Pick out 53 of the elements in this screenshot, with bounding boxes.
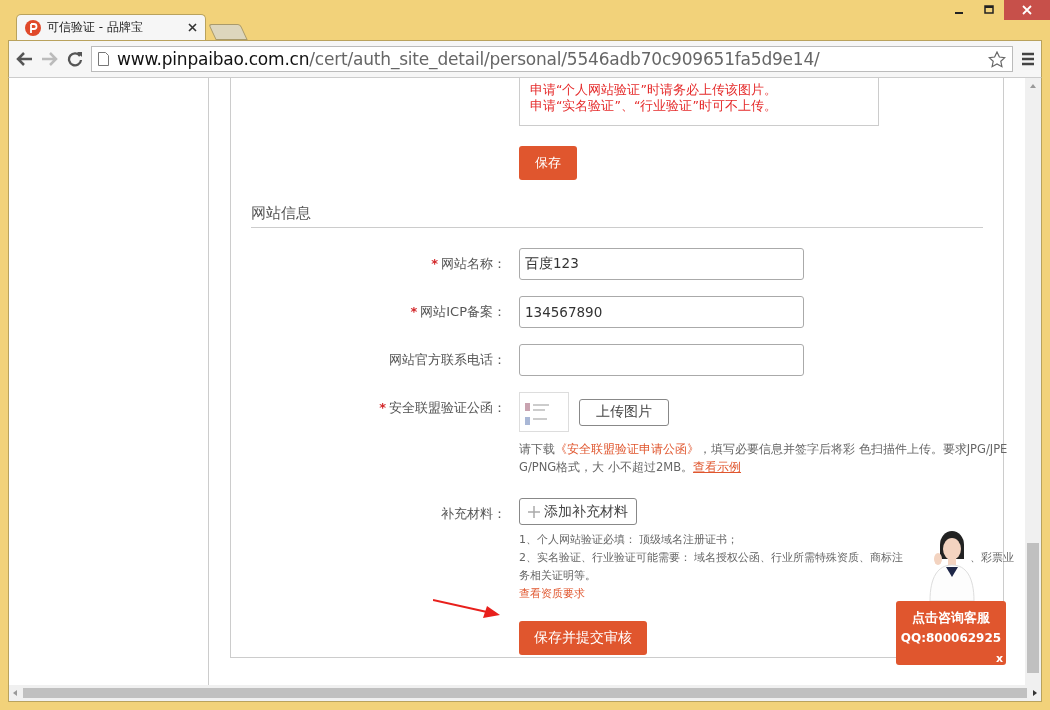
logo-icon: [25, 19, 41, 36]
tab-title: 可信验证 - 品牌宝: [47, 19, 144, 36]
field-label: * 网站ICP备案：: [409, 303, 506, 321]
scroll-left-icon[interactable]: [11, 689, 19, 697]
field-label: * 安全联盟验证公函：: [378, 399, 506, 417]
close-icon[interactable]: [188, 23, 197, 32]
star-icon[interactable]: [988, 50, 1006, 68]
text-field[interactable]: 134567890: [519, 296, 804, 328]
note-text: 务相关证明等。: [519, 568, 597, 584]
close-icon: [1022, 5, 1032, 15]
close-window-button[interactable]: [1004, 0, 1050, 20]
note-text: 1、个人网站验证必填： 顶级域名注册证书；: [519, 532, 740, 548]
document-thumbnail: [519, 392, 569, 432]
field-label: * 网站名称：: [430, 255, 506, 273]
note-text: 、彩票业: [970, 550, 1014, 566]
notice-text: 申请“实名验证”、“行业验证”时可不上传。: [530, 98, 778, 114]
save-button[interactable]: 保存: [519, 146, 577, 180]
plus-icon: [528, 505, 540, 518]
scrollbar-thumb[interactable]: [23, 688, 1027, 698]
new-tab-button[interactable]: [208, 24, 248, 40]
note-text: 2、实名验证、行业验证可能需要： 域名授权公函、行业所需特殊资质、商标注: [519, 550, 904, 566]
close-button[interactable]: x: [995, 652, 1003, 665]
upload-button[interactable]: 上传图片: [579, 398, 669, 426]
download-link[interactable]: 《安全联盟验证申请公函》: [555, 442, 699, 456]
address-bar[interactable]: www.pinpaibao.com.cn/cert/auth_site_detail/personal/5546adb70c909651fa5d9e14/: [91, 46, 1013, 72]
customer-service-widget[interactable]: 点击咨询客服 QQ:800062925 x: [896, 601, 1006, 665]
requirements-link[interactable]: 查看资质要求: [519, 585, 1014, 603]
vertical-scrollbar[interactable]: [1025, 78, 1041, 685]
example-link[interactable]: 查看示例: [693, 460, 742, 474]
notice-text: 申请“个人网站验证”时请务必上传该图片。: [530, 82, 778, 98]
scroll-up-icon[interactable]: [1029, 82, 1037, 90]
menu-icon[interactable]: [1021, 52, 1035, 66]
maximize-icon: [984, 5, 994, 15]
help-text: 请下载《安全联盟验证申请公函》，填写必要信息并签字后将彩 色扫描件上传。要求JPG/JPEG/PNG格式，大 小不超过2MB。查看示例: [519, 441, 1009, 476]
reload-icon[interactable]: [67, 51, 83, 67]
service-title: 点击咨询客服: [911, 609, 991, 627]
add-materials-button[interactable]: 添加补充材料: [519, 498, 637, 525]
minimize-icon: [955, 12, 963, 14]
scrollbar-thumb[interactable]: [1027, 543, 1039, 673]
service-qq: QQ:800062925: [899, 631, 1003, 645]
back-icon[interactable]: [15, 51, 33, 67]
page-icon: [98, 52, 109, 66]
arrow-icon: [433, 598, 501, 618]
text-field[interactable]: [519, 344, 804, 376]
url-text: www.pinpaibao.com.cn/cert/auth_site_detail/personal/5546adb70c909651fa5d9e14/: [117, 49, 821, 69]
text-field[interactable]: 百度123: [519, 248, 804, 280]
browser-tab[interactable]: 可信验证 - 品牌宝: [16, 14, 206, 40]
submit-button[interactable]: 保存并提交审核: [519, 621, 647, 655]
field-label: 网站官方联系电话：: [388, 351, 506, 369]
horizontal-scrollbar[interactable]: [8, 685, 1042, 702]
field-label: 补充材料：: [440, 505, 506, 523]
scroll-right-icon[interactable]: [1031, 689, 1039, 697]
section-title: 网站信息: [251, 204, 983, 228]
